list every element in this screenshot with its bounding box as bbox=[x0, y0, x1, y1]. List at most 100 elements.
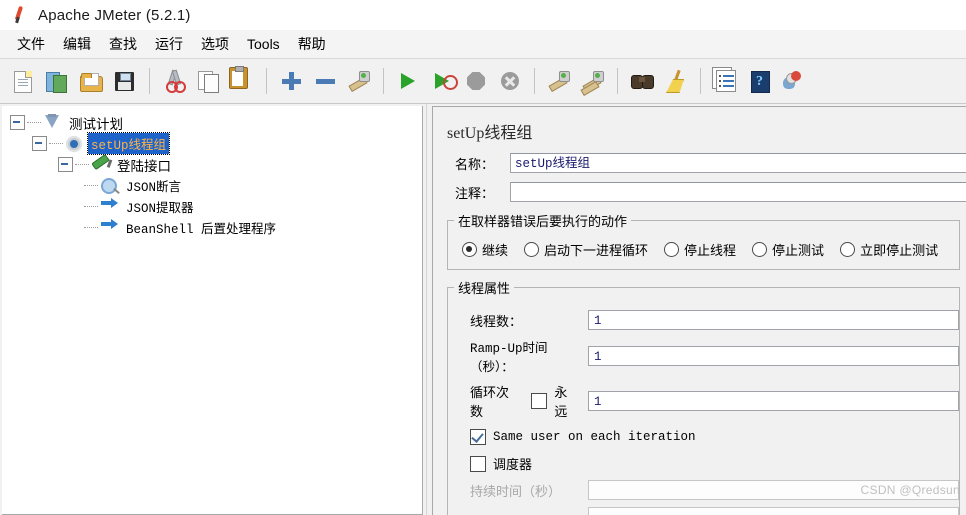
menu-search[interactable]: 查找 bbox=[100, 31, 146, 57]
tree-node-label: setUp线程组 bbox=[86, 132, 171, 155]
main-split: 测试计划 setUp线程组 登陆接口 JSON断言 JSON提取器 BeanSh… bbox=[0, 104, 966, 515]
radio-continue-label: 继续 bbox=[482, 243, 509, 258]
test-plan-icon bbox=[42, 113, 62, 132]
radio-stop-thread-label: 停止线程 bbox=[684, 243, 737, 258]
test-plan-tree: 测试计划 setUp线程组 登陆接口 JSON断言 JSON提取器 BeanSh… bbox=[2, 106, 422, 238]
menu-options[interactable]: 选项 bbox=[192, 31, 238, 57]
tree-connector bbox=[84, 205, 98, 208]
threads-input[interactable]: 1 bbox=[588, 310, 959, 330]
tree-node-setup-thread-group[interactable]: setUp线程组 bbox=[10, 132, 422, 155]
rampup-input[interactable]: 1 bbox=[588, 346, 959, 366]
beanshell-postprocessor-icon bbox=[99, 218, 119, 237]
start-button[interactable] bbox=[392, 65, 424, 97]
radio-start-next-loop[interactable] bbox=[524, 242, 540, 257]
duration-input[interactable] bbox=[588, 480, 959, 500]
menu-tools[interactable]: Tools bbox=[238, 33, 289, 55]
paste-clipboard-icon bbox=[229, 66, 248, 89]
clear-button[interactable] bbox=[543, 65, 575, 97]
tree-node-login-api[interactable]: 登陆接口 bbox=[10, 153, 422, 175]
forever-label: 永远 bbox=[554, 385, 568, 419]
same-user-checkbox[interactable] bbox=[470, 429, 486, 445]
paste-button[interactable] bbox=[226, 65, 258, 97]
panel-title: setUp线程组 bbox=[447, 125, 533, 142]
expand-toggle-icon[interactable] bbox=[10, 115, 25, 130]
tree-node-label: 登陆接口 bbox=[117, 158, 171, 174]
collapse-minus-icon bbox=[313, 69, 337, 93]
menu-run[interactable]: 运行 bbox=[146, 31, 192, 57]
loops-input[interactable]: 1 bbox=[588, 391, 959, 411]
comment-input[interactable] bbox=[510, 182, 966, 202]
reset-search-button[interactable] bbox=[660, 65, 692, 97]
open-button[interactable] bbox=[75, 65, 107, 97]
scheduler-checkbox[interactable] bbox=[470, 455, 486, 472]
save-button[interactable] bbox=[109, 65, 141, 97]
menu-bar: 文件 编辑 查找 运行 选项 Tools 帮助 bbox=[0, 30, 966, 59]
forever-checkbox[interactable] bbox=[531, 393, 548, 409]
menu-help[interactable]: 帮助 bbox=[289, 31, 335, 57]
new-document-button[interactable] bbox=[7, 65, 39, 97]
cut-button[interactable] bbox=[158, 65, 190, 97]
test-plan-tree-pane[interactable]: 测试计划 setUp线程组 登陆接口 JSON断言 JSON提取器 BeanSh… bbox=[2, 106, 423, 515]
scheduler-label: 调度器 bbox=[493, 457, 533, 472]
tree-node-beanshell-postprocessor[interactable]: BeanShell 后置处理程序 bbox=[10, 217, 422, 238]
radio-stop-thread[interactable] bbox=[664, 242, 680, 257]
stop-icon bbox=[464, 69, 488, 93]
new-document-icon bbox=[11, 69, 35, 93]
expand-button[interactable] bbox=[275, 65, 307, 97]
scheduler-row: 调度器 bbox=[448, 454, 959, 473]
templates-button[interactable] bbox=[41, 65, 73, 97]
radio-stop-test-now[interactable] bbox=[840, 242, 856, 257]
search-button[interactable] bbox=[626, 65, 658, 97]
startup-delay-input[interactable] bbox=[588, 507, 959, 515]
shutdown-button[interactable] bbox=[494, 65, 526, 97]
duration-label: 持续时间（秒） bbox=[470, 483, 562, 499]
start-no-pauses-button[interactable] bbox=[426, 65, 458, 97]
undo-redo-button[interactable] bbox=[777, 65, 809, 97]
comment-label: 注释： bbox=[455, 185, 495, 201]
toolbar-separator bbox=[700, 68, 701, 94]
expand-toggle-icon[interactable] bbox=[58, 157, 73, 172]
menu-edit[interactable]: 编辑 bbox=[54, 31, 100, 57]
toolbar-separator bbox=[383, 68, 384, 94]
expand-toggle-icon[interactable] bbox=[32, 136, 47, 151]
tree-node-json-extractor[interactable]: JSON提取器 bbox=[10, 196, 422, 217]
error-action-group: 在取样器错误后要执行的动作 继续 启动下一进程循环 停止线程 停止测试 立即停止… bbox=[447, 211, 960, 270]
toggle-node-button[interactable] bbox=[343, 65, 375, 97]
window-title: Apache JMeter (5.2.1) bbox=[38, 6, 191, 24]
json-extractor-icon bbox=[99, 197, 119, 216]
threads-row: 线程数： 1 bbox=[448, 310, 959, 330]
tree-node-label: JSON提取器 bbox=[126, 202, 194, 216]
toolbar-separator bbox=[149, 68, 150, 94]
duration-row: 持续时间（秒） bbox=[448, 480, 959, 500]
toolbar-separator bbox=[617, 68, 618, 94]
expand-plus-icon bbox=[279, 69, 303, 93]
comment-field-row: 注释： bbox=[443, 182, 966, 202]
radio-continue[interactable] bbox=[462, 242, 477, 257]
tree-node-json-assertion[interactable]: JSON断言 bbox=[10, 175, 422, 196]
clear-all-button[interactable] bbox=[577, 65, 609, 97]
thread-group-panel: setUp线程组 名称： setUp线程组 注释： 在取样器错误后要执行的动作 … bbox=[432, 106, 966, 515]
split-divider[interactable] bbox=[423, 104, 432, 515]
clear-icon bbox=[547, 69, 571, 93]
menu-file[interactable]: 文件 bbox=[8, 31, 54, 57]
jmeter-window: Apache JMeter (5.2.1) 文件 编辑 查找 运行 选项 Too… bbox=[0, 0, 966, 515]
shutdown-icon bbox=[498, 69, 522, 93]
save-icon bbox=[113, 69, 137, 93]
tree-node-label: 测试计划 bbox=[69, 116, 123, 132]
stop-button[interactable] bbox=[460, 65, 492, 97]
open-folder-icon bbox=[79, 69, 103, 93]
radio-stop-test[interactable] bbox=[752, 242, 768, 257]
name-label: 名称： bbox=[455, 156, 495, 172]
radio-stop-test-now-label: 立即停止测试 bbox=[860, 243, 939, 258]
templates-icon bbox=[45, 69, 69, 93]
copy-button[interactable] bbox=[192, 65, 224, 97]
jmeter-feather-icon bbox=[10, 5, 30, 25]
undo-redo-icon bbox=[781, 69, 805, 93]
collapse-button[interactable] bbox=[309, 65, 341, 97]
thread-properties-legend: 线程属性 bbox=[458, 281, 511, 296]
function-helper-button[interactable] bbox=[709, 65, 741, 97]
help-button[interactable]: ? bbox=[743, 65, 775, 97]
tree-node-test-plan[interactable]: 测试计划 bbox=[10, 112, 422, 133]
name-input[interactable]: setUp线程组 bbox=[510, 153, 966, 173]
error-action-options: 继续 启动下一进程循环 停止线程 停止测试 立即停止测试 bbox=[448, 236, 959, 261]
